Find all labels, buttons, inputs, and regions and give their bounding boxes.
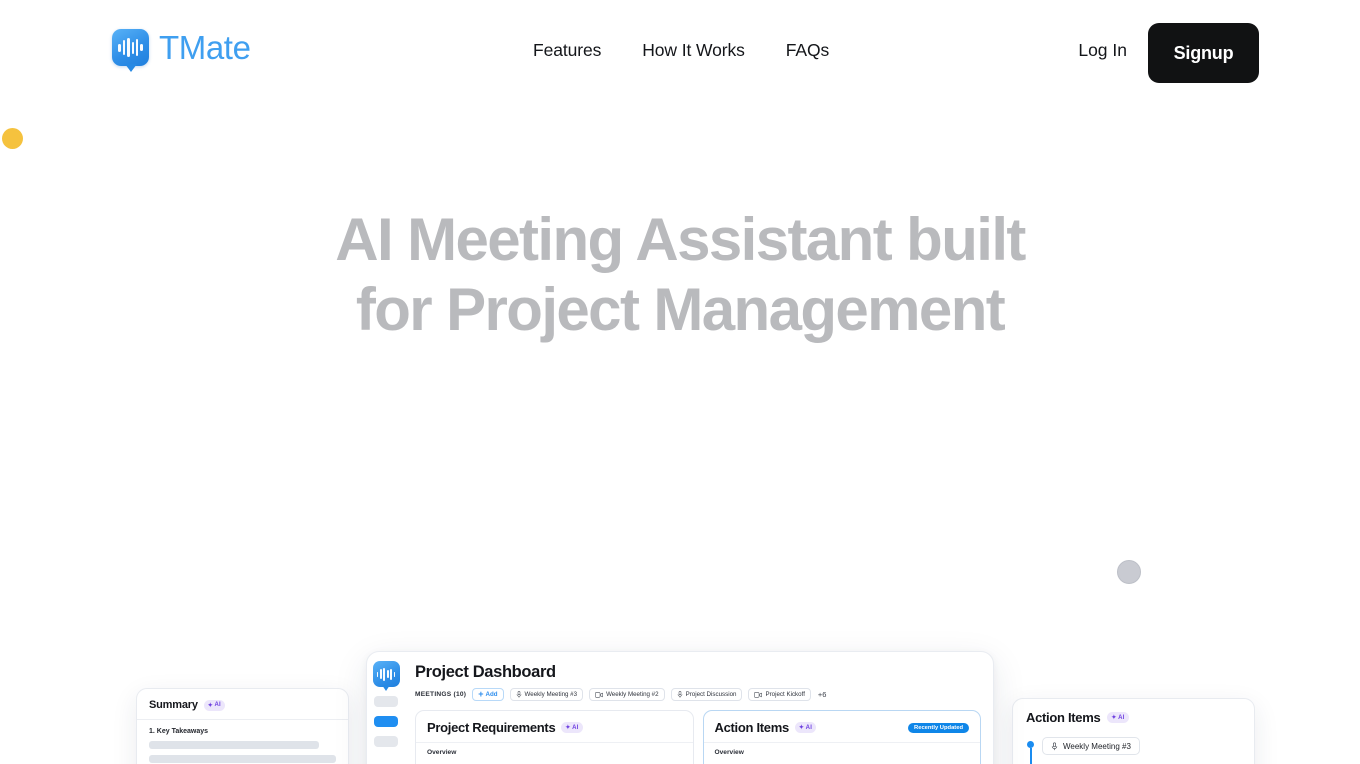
action-meeting-chip[interactable]: Weekly Meeting #3	[1042, 737, 1140, 755]
landing-page: TMate Features How It Works FAQs Log In …	[0, 0, 1360, 764]
meetings-count-label: MEETINGS (10)	[415, 691, 467, 698]
hero-line-2: for Project Management	[355, 276, 1006, 344]
page-title: AI Meeting Assistant built for Project M…	[0, 205, 1360, 345]
nav-links: Features How It Works FAQs	[533, 40, 829, 61]
meeting-chip-label: Project Kickoff	[765, 691, 805, 698]
waveform-speech-bubble-icon	[372, 661, 400, 691]
video-camera-icon	[595, 691, 603, 698]
card-action-items[interactable]: Action Items ✦ AI Recently Updated Overv…	[702, 710, 981, 764]
summary-card[interactable]: Summary ✦ AI 1. Key Takeaways	[136, 688, 349, 764]
status-badge: Recently Updated	[908, 722, 969, 733]
action-meeting-chip-label: Weekly Meeting #3	[1063, 741, 1131, 751]
card-title: Action Items	[714, 720, 790, 735]
ai-badge-label: AI	[1118, 714, 1125, 721]
hero-line-1: AI Meeting Assistant built	[335, 206, 1026, 273]
decor-dot-grey	[1117, 560, 1141, 584]
meetings-row: MEETINGS (10) + Add Weekly Meeting #3 We…	[415, 688, 981, 701]
card-header: Action Items ✦ AI Recently Updated	[714, 720, 969, 735]
action-items-header: Action Items ✦ AI	[1026, 710, 1241, 725]
summary-subhead: 1. Key Takeaways	[149, 728, 209, 735]
hero-section: AI Meeting Assistant built for Project M…	[0, 205, 1360, 345]
divider	[416, 742, 693, 743]
meeting-chip-label: Weekly Meeting #2	[606, 691, 659, 698]
video-camera-icon	[754, 691, 763, 698]
ai-badge: ✦ AI	[794, 722, 817, 733]
main-nav: Features How It Works FAQs Log In Signup	[0, 0, 1360, 105]
nav-item-how-it-works[interactable]: How It Works	[642, 40, 745, 61]
action-items-card[interactable]: Action Items ✦ AI Weekly Meeting #3	[1012, 698, 1255, 764]
card-header: Project Requirements ✦ AI	[427, 720, 682, 735]
signup-button[interactable]: Signup	[1148, 23, 1259, 83]
dashboard-title: Project Dashboard	[415, 663, 556, 681]
divider	[137, 719, 348, 720]
card-subhead: Overview	[427, 749, 457, 756]
timeline-dot-icon	[1027, 741, 1034, 748]
divider	[703, 742, 980, 743]
ai-badge-label: AI	[805, 724, 813, 731]
timeline-marker	[1026, 737, 1035, 764]
nav-item-faqs[interactable]: FAQs	[786, 40, 829, 61]
summary-card-title: Summary	[149, 699, 198, 711]
ai-badge: ✦ AI	[1107, 712, 1129, 723]
card-project-requirements[interactable]: Project Requirements ✦ AI Overview	[415, 710, 694, 764]
login-link[interactable]: Log In	[1078, 40, 1127, 61]
nav-item-features[interactable]: Features	[533, 40, 601, 61]
microphone-icon	[516, 691, 521, 698]
action-item-row: Weekly Meeting #3	[1026, 737, 1241, 764]
sidebar-item-placeholder[interactable]	[374, 696, 398, 707]
microphone-icon	[1051, 741, 1058, 750]
skeleton-bar	[149, 741, 320, 749]
ai-badge: ✦ AI	[561, 722, 583, 733]
meeting-chip-label: Project Discussion	[685, 691, 737, 698]
plus-icon: +	[478, 689, 484, 699]
meeting-chip-weekly-2[interactable]: Weekly Meeting #2	[589, 688, 665, 701]
skeleton-bar	[149, 755, 336, 763]
dashboard-sidebar	[367, 652, 405, 764]
meeting-chip-project-discussion[interactable]: Project Discussion	[670, 688, 743, 701]
sparkle-icon: ✦	[798, 725, 805, 731]
sparkle-icon: ✦	[207, 702, 213, 709]
meeting-chip-project-kickoff[interactable]: Project Kickoff	[748, 688, 811, 701]
meeting-chip-weekly-3[interactable]: Weekly Meeting #3	[509, 688, 584, 701]
summary-card-header: Summary ✦ AI	[149, 699, 336, 711]
decor-dot-yellow	[2, 128, 23, 149]
project-dashboard-mock[interactable]: Project Dashboard MEETINGS (10) + Add We…	[366, 651, 994, 764]
card-title: Project Requirements	[427, 720, 556, 735]
site-header: TMate Features How It Works FAQs Log In …	[0, 0, 1360, 105]
sparkle-icon: ✦	[1111, 715, 1117, 721]
ai-badge-label: AI	[214, 702, 221, 708]
sidebar-item-placeholder[interactable]	[374, 736, 398, 747]
dashboard-cards: Project Requirements ✦ AI Overview Actio…	[415, 710, 981, 764]
timeline-line	[1030, 748, 1032, 764]
add-meeting-label: Add	[485, 691, 498, 698]
meeting-chip-label: Weekly Meeting #3	[524, 691, 578, 698]
more-meetings-count[interactable]: +6	[817, 690, 827, 699]
ai-badge: ✦ AI	[203, 699, 225, 711]
action-items-title: Action Items	[1026, 710, 1101, 725]
dashboard-main: Project Dashboard MEETINGS (10) + Add We…	[405, 652, 993, 764]
sparkle-icon: ✦	[565, 725, 571, 731]
add-meeting-button[interactable]: + Add	[472, 688, 504, 701]
microphone-icon	[677, 691, 682, 698]
sidebar-item-active[interactable]	[374, 716, 398, 727]
card-subhead: Overview	[714, 749, 744, 756]
ai-badge-label: AI	[572, 724, 579, 731]
